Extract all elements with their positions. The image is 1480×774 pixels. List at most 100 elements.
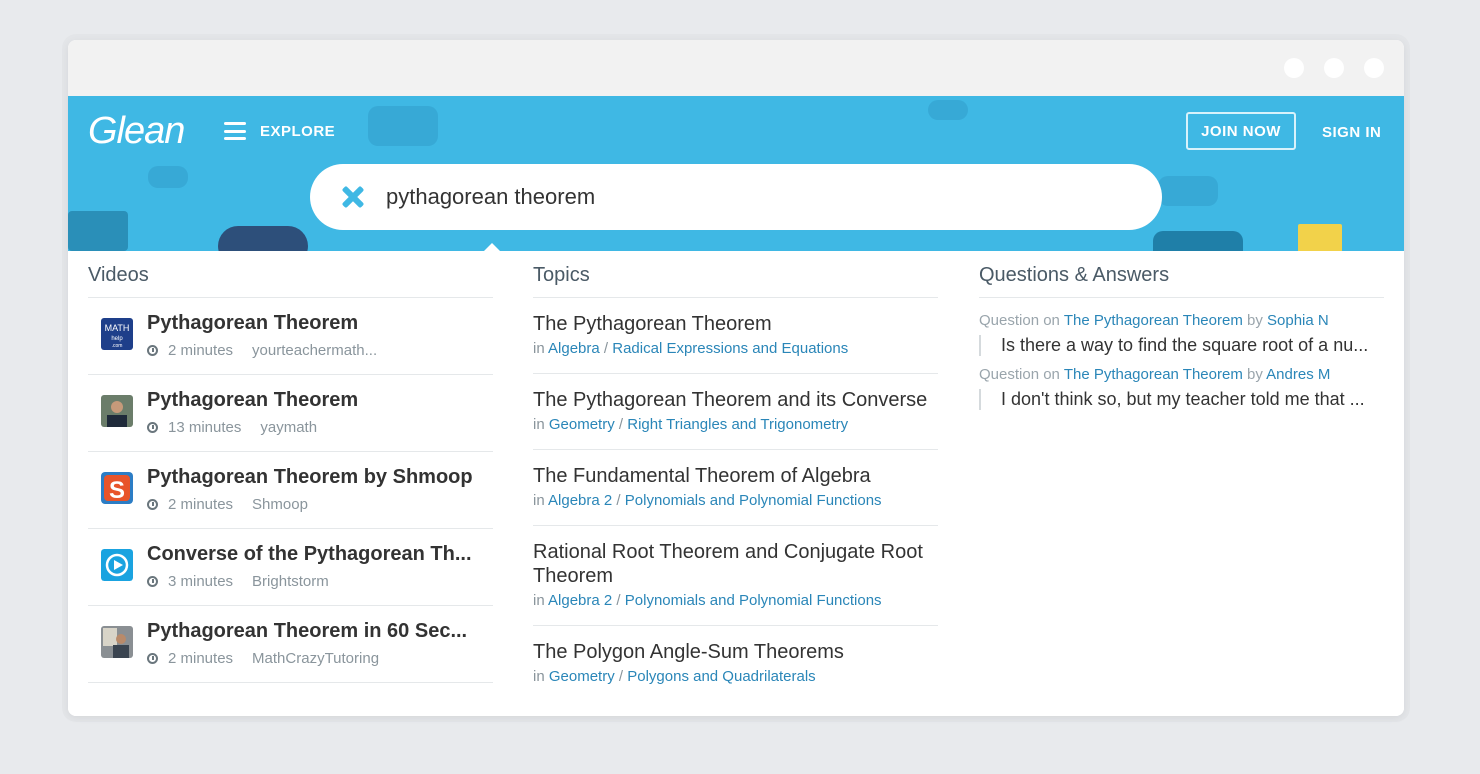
topic-path: in Algebra / Radical Expressions and Equ… (533, 340, 849, 357)
topic-item[interactable]: The Polygon Angle-Sum Theorems in Geomet… (533, 626, 938, 701)
clock-icon (147, 422, 158, 433)
video-duration: 2 minutes (168, 342, 234, 359)
window-control-dot[interactable] (1364, 58, 1384, 78)
clock-icon (147, 499, 158, 510)
video-meta: 2 minutes Shmoop (147, 496, 308, 513)
video-duration: 2 minutes (168, 496, 234, 513)
mathhelp-logo-icon: MATH help .com (101, 318, 133, 350)
subject-link[interactable]: Geometry (549, 668, 615, 685)
background-shape (218, 226, 308, 251)
clock-icon (147, 345, 158, 356)
topic-title: Rational Root Theorem and Conjugate Root… (533, 541, 923, 587)
topic-item[interactable]: The Pythagorean Theorem in Algebra / Rad… (533, 298, 938, 374)
sign-in-link[interactable]: SIGN IN (1322, 124, 1381, 141)
topic-path: in Algebra 2 / Polynomials and Polynomia… (533, 592, 882, 609)
explore-menu-button[interactable]: EXPLORE (224, 122, 335, 140)
question-topic-link[interactable]: The Pythagorean Theorem (1064, 366, 1243, 383)
section-link[interactable]: Polygons and Quadrilaterals (627, 668, 815, 685)
background-shape (1298, 224, 1342, 251)
subject-link[interactable]: Algebra (548, 340, 600, 357)
video-item[interactable]: Converse of the Pythagorean Th... 3 minu… (88, 529, 493, 606)
join-now-button[interactable]: JOIN NOW (1186, 112, 1296, 150)
subject-link[interactable]: Algebra 2 (548, 492, 612, 509)
video-item[interactable]: MATH help .com Pythagorean Theorem 2 minut… (88, 298, 493, 375)
answer-text[interactable]: I don't think so, but my teacher told me… (979, 389, 1384, 410)
teacher-avatar-icon (101, 395, 133, 427)
video-meta: 3 minutes Brightstorm (147, 573, 329, 590)
in-label: in (533, 492, 545, 509)
hamburger-icon (224, 122, 246, 140)
subject-link[interactable]: Algebra 2 (548, 592, 612, 609)
background-shape (1158, 176, 1218, 206)
question-author-link[interactable]: Sophia N (1267, 312, 1329, 329)
by-label: by (1246, 366, 1263, 383)
section-link[interactable]: Polynomials and Polynomial Functions (625, 492, 882, 509)
on-label: on (1043, 366, 1060, 383)
video-item[interactable]: Pythagorean Theorem 13 minutes yaymath (88, 375, 493, 452)
video-meta: 2 minutes MathCrazyTutoring (147, 650, 379, 667)
window-titlebar (68, 40, 1404, 96)
topic-path: in Geometry / Right Triangles and Trigon… (533, 416, 849, 433)
topic-item[interactable]: Rational Root Theorem and Conjugate Root… (533, 526, 938, 626)
section-link[interactable]: Right Triangles and Trigonometry (627, 416, 848, 433)
svg-text:MATH: MATH (105, 323, 130, 333)
glean-logo[interactable]: Glean (88, 110, 185, 153)
clock-icon (147, 576, 158, 587)
question-text[interactable]: Is there a way to find the square root o… (979, 335, 1384, 356)
background-shape (928, 100, 968, 120)
video-item[interactable]: S Pythagorean Theorem by Shmoop 2 minute… (88, 452, 493, 529)
in-label: in (533, 668, 545, 685)
background-shape (68, 211, 128, 251)
video-item[interactable]: Pythagorean Theorem in 60 Sec... 2 minut… (88, 606, 493, 683)
window-control-dot[interactable] (1324, 58, 1344, 78)
video-channel: yourteachermath... (252, 342, 378, 359)
qa-column: Questions & Answers Question on The Pyth… (979, 251, 1384, 410)
topics-heading: Topics (533, 251, 938, 298)
qa-item: Question on The Pythagorean Theorem by S… (979, 312, 1384, 356)
topic-title: The Pythagorean Theorem and its Converse (533, 389, 928, 411)
subject-link[interactable]: Geometry (549, 416, 615, 433)
topic-path: in Geometry / Polygons and Quadrilateral… (533, 668, 816, 685)
video-duration: 2 minutes (168, 650, 234, 667)
video-duration: 3 minutes (168, 573, 234, 590)
qa-heading: Questions & Answers (979, 251, 1384, 298)
video-channel: Brightstorm (252, 573, 329, 590)
in-label: in (533, 416, 545, 433)
video-meta: 13 minutes yaymath (147, 419, 317, 436)
question-kind: Question (979, 366, 1040, 383)
section-link[interactable]: Radical Expressions and Equations (612, 340, 848, 357)
section-link[interactable]: Polynomials and Polynomial Functions (625, 592, 882, 609)
window-control-dot[interactable] (1284, 58, 1304, 78)
topic-title: The Fundamental Theorem of Algebra (533, 465, 871, 487)
video-channel: yaymath (260, 419, 318, 436)
question-kind: Question (979, 312, 1040, 329)
by-label: by (1246, 312, 1263, 329)
video-title: Pythagorean Theorem (147, 312, 359, 334)
question-topic-link[interactable]: The Pythagorean Theorem (1064, 312, 1243, 329)
clear-search-icon[interactable] (340, 184, 366, 210)
background-shape (368, 106, 438, 146)
svg-text:S: S (109, 477, 125, 504)
video-title: Converse of the Pythagorean Th... (147, 543, 472, 565)
question-author-link[interactable]: Andres M (1266, 366, 1330, 383)
shmoop-logo-icon: S (101, 472, 133, 504)
in-label: in (533, 340, 545, 357)
search-bar (310, 164, 1162, 230)
topic-item[interactable]: The Fundamental Theorem of Algebra in Al… (533, 450, 938, 526)
question-meta: Question on The Pythagorean Theorem by S… (979, 312, 1384, 329)
tutor-avatar-icon (101, 626, 133, 658)
videos-heading: Videos (88, 251, 493, 298)
browser-window: Glean EXPLORE JOIN NOW SIGN IN Videos MA… (68, 40, 1404, 716)
explore-label: EXPLORE (260, 122, 336, 140)
topic-item[interactable]: The Pythagorean Theorem and its Converse… (533, 374, 938, 450)
video-title: Pythagorean Theorem by Shmoop (147, 466, 473, 488)
search-input[interactable] (384, 183, 1088, 211)
video-channel: Shmoop (252, 496, 308, 513)
background-shape (148, 166, 188, 188)
on-label: on (1043, 312, 1060, 329)
background-shape (1153, 231, 1243, 251)
video-meta: 2 minutes yourteachermath... (147, 342, 377, 359)
topic-path: in Algebra 2 / Polynomials and Polynomia… (533, 492, 882, 509)
in-label: in (533, 592, 545, 609)
topic-title: The Polygon Angle-Sum Theorems (533, 641, 844, 663)
